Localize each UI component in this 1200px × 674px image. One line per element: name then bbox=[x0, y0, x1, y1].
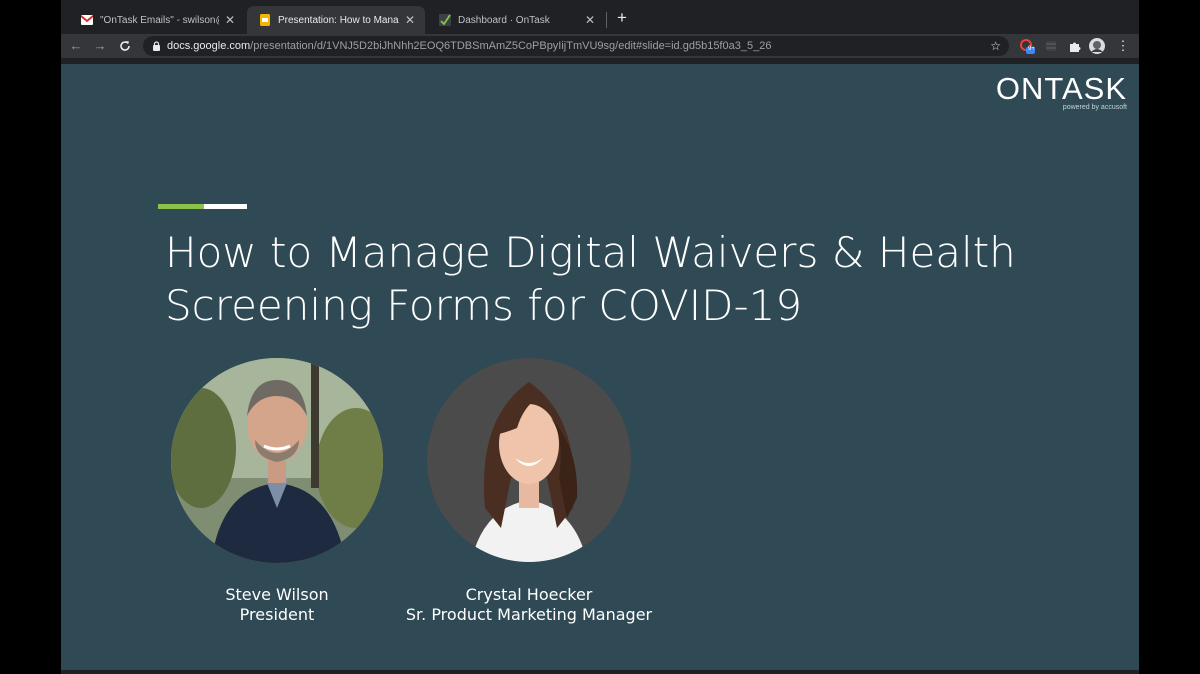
screen: "OnTask Emails" - swilson@acc ✕ Presenta… bbox=[0, 0, 1200, 674]
tab-title: Dashboard · OnTask bbox=[458, 14, 550, 26]
ontask-logo: ONTASK powered by accusoft bbox=[977, 71, 1127, 111]
gmail-icon bbox=[81, 14, 93, 26]
address-bar[interactable]: docs.google.com/presentation/d/1VNJ5D2bi… bbox=[143, 36, 1009, 56]
close-tab-icon[interactable]: ✕ bbox=[223, 13, 237, 27]
extension-icon[interactable]: 9+ bbox=[1019, 38, 1035, 54]
extensions-puzzle-icon[interactable] bbox=[1066, 38, 1082, 54]
accent-bar-green bbox=[158, 204, 204, 209]
tab-title: "OnTask Emails" - swilson@acc bbox=[100, 14, 219, 26]
speaker-name: Crystal Hoecker bbox=[465, 585, 593, 604]
browser-window: "OnTask Emails" - swilson@acc ✕ Presenta… bbox=[61, 0, 1139, 674]
extension-grid-icon[interactable] bbox=[1043, 38, 1059, 54]
lock-icon bbox=[153, 41, 160, 51]
reload-icon[interactable] bbox=[116, 37, 134, 55]
profile-avatar[interactable] bbox=[1089, 38, 1105, 54]
speaker-caption-steve: Steve Wilson President bbox=[177, 585, 377, 625]
bookmark-star-icon[interactable]: ☆ bbox=[990, 36, 1001, 56]
tab-strip: "OnTask Emails" - swilson@acc ✕ Presenta… bbox=[61, 0, 1139, 34]
close-tab-icon[interactable]: ✕ bbox=[583, 13, 597, 27]
accent-bar-white bbox=[204, 204, 247, 209]
presentation-slide: ONTASK powered by accusoft How to Manage… bbox=[61, 64, 1139, 670]
speaker-photo-steve-wilson bbox=[171, 358, 383, 563]
url-host: docs.google.com bbox=[167, 40, 251, 52]
slide-title: How to Manage Digital Waivers & Health S… bbox=[165, 226, 1065, 332]
tab-ontask-emails[interactable]: "OnTask Emails" - swilson@acc ✕ bbox=[69, 6, 245, 34]
close-tab-icon[interactable]: ✕ bbox=[403, 13, 417, 27]
toolbar: ← → docs.google.com/presentation/d/1VNJ5… bbox=[61, 34, 1139, 58]
speaker-name: Steve Wilson bbox=[225, 585, 329, 604]
speaker-role: Sr. Product Marketing Manager bbox=[405, 605, 653, 624]
url-path: /presentation/d/1VNJ5D2biJhNhh2EOQ6TDBSm… bbox=[250, 40, 772, 52]
title-line: Screening Forms for COVID-19 bbox=[165, 281, 803, 330]
google-slides-icon bbox=[259, 14, 271, 26]
speaker-role: President bbox=[239, 605, 315, 624]
logo-text: ONTASK bbox=[995, 71, 1127, 106]
tab-dashboard[interactable]: Dashboard · OnTask ✕ bbox=[427, 6, 605, 34]
back-arrow-icon[interactable]: ← bbox=[67, 37, 85, 55]
new-tab-button[interactable]: + bbox=[613, 9, 631, 27]
title-line: How to Manage Digital Waivers & Health bbox=[165, 228, 1016, 277]
tab-separator bbox=[606, 12, 607, 28]
url-text: docs.google.com/presentation/d/1VNJ5D2bi… bbox=[167, 40, 771, 52]
speaker-photo-crystal-hoecker bbox=[427, 358, 631, 562]
forward-arrow-icon[interactable]: → bbox=[91, 37, 109, 55]
tab-title: Presentation: How to Manage D bbox=[278, 14, 399, 26]
menu-kebab-icon[interactable]: ⋮ bbox=[1115, 38, 1131, 54]
extension-badge: 9+ bbox=[1028, 46, 1035, 52]
tab-presentation[interactable]: Presentation: How to Manage D ✕ bbox=[247, 6, 425, 34]
speaker-caption-crystal: Crystal Hoecker Sr. Product Marketing Ma… bbox=[379, 585, 679, 625]
ontask-check-icon bbox=[439, 14, 451, 26]
